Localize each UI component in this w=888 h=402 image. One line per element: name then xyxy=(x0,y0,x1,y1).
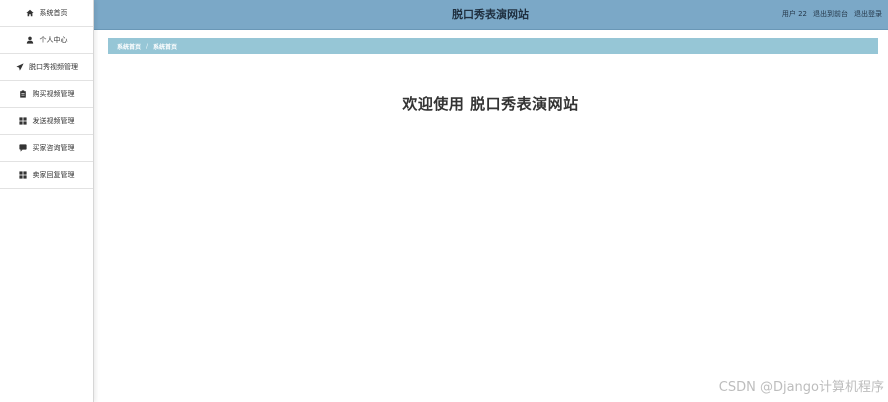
grid-icon xyxy=(19,117,28,126)
breadcrumb-separator: / xyxy=(146,42,149,50)
breadcrumb-home-link[interactable]: 系统首页 xyxy=(117,42,141,51)
sidebar-item-label: 购买视频管理 xyxy=(32,90,75,98)
sidebar: 系统首页 个人中心 脱口秀视频管理 购买视频管理 发送视频管理 买家咨询管理 卖… xyxy=(0,0,94,402)
send-icon xyxy=(15,63,24,72)
sidebar-item-profile[interactable]: 个人中心 xyxy=(0,27,93,54)
breadcrumb: 系统首页 / 系统首页 xyxy=(108,38,878,54)
header-user-actions: 用户 22 退出到前台 退出登录 xyxy=(782,0,882,29)
breadcrumb-current: 系统首页 xyxy=(153,43,178,51)
sidebar-item-buyer-consult[interactable]: 买家咨询管理 xyxy=(0,135,93,162)
sidebar-item-label: 发送视频管理 xyxy=(32,117,75,125)
clipboard-icon xyxy=(19,90,28,99)
sidebar-item-home[interactable]: 系统首页 xyxy=(0,0,93,27)
sidebar-item-label: 系统首页 xyxy=(39,9,68,17)
chat-icon xyxy=(19,144,28,153)
top-header: 脱口秀表演网站 用户 22 退出到前台 退出登录 xyxy=(93,0,888,30)
sidebar-item-purchase-video[interactable]: 购买视频管理 xyxy=(0,81,93,108)
exit-to-front-link[interactable]: 退出到前台 xyxy=(813,0,848,29)
user-icon xyxy=(26,36,35,45)
sidebar-item-standup-video[interactable]: 脱口秀视频管理 xyxy=(0,54,93,81)
sidebar-item-label: 买家咨询管理 xyxy=(32,144,75,152)
current-user-label: 用户 22 xyxy=(781,10,807,18)
site-title: 脱口秀表演网站 xyxy=(452,8,529,21)
grid-icon xyxy=(19,171,28,180)
sidebar-item-send-video[interactable]: 发送视频管理 xyxy=(0,108,93,135)
sidebar-item-label: 脱口秀视频管理 xyxy=(29,63,78,71)
logout-link[interactable]: 退出登录 xyxy=(854,0,882,29)
sidebar-item-label: 卖家回复管理 xyxy=(32,171,75,179)
home-icon xyxy=(26,9,35,18)
watermark-text: CSDN @Django计算机程序 xyxy=(718,380,884,395)
sidebar-item-seller-reply[interactable]: 卖家回复管理 xyxy=(0,162,93,189)
app-window: 系统首页 个人中心 脱口秀视频管理 购买视频管理 发送视频管理 买家咨询管理 卖… xyxy=(0,0,888,402)
welcome-heading: 欢迎使用 脱口秀表演网站 xyxy=(402,95,579,113)
sidebar-item-label: 个人中心 xyxy=(39,36,68,44)
